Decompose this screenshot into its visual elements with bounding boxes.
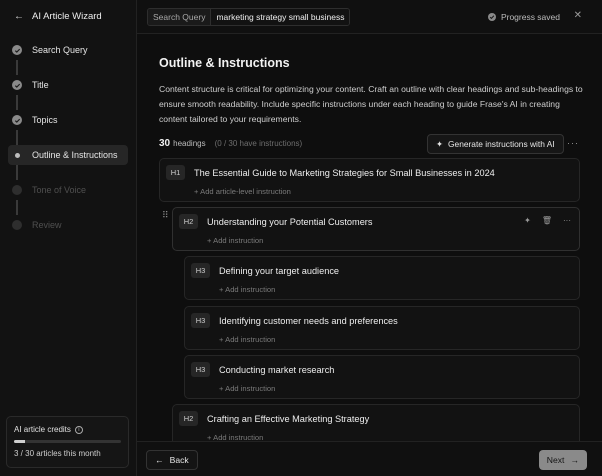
more-options-icon[interactable]: ··· (567, 138, 579, 148)
heading-level-tag: H3 (191, 263, 210, 278)
search-query-label: Search Query (148, 9, 212, 25)
outline-item-h3[interactable]: H3 Identifying customer needs and prefer… (184, 306, 580, 350)
bottom-bar: ← Back Next → (137, 441, 602, 476)
next-button[interactable]: Next → (538, 450, 587, 470)
step-topics[interactable]: Topics (8, 110, 128, 145)
sparkle-icon: ✦ (436, 139, 444, 149)
top-bar: Search Query marketing strategy small bu… (137, 0, 602, 34)
step-connector (16, 165, 18, 180)
add-instruction-link[interactable]: + Add instruction (219, 285, 275, 294)
back-button[interactable]: ← Back (146, 450, 198, 470)
step-label: Tone of Voice (32, 185, 87, 195)
headings-unit: headings (173, 139, 206, 148)
add-instruction-link[interactable]: + Add instruction (207, 433, 263, 441)
page-description: Content structure is critical for optimi… (159, 84, 583, 124)
step-outline-instructions[interactable]: Outline & Instructions (8, 145, 128, 180)
check-icon (12, 115, 22, 125)
step-connector (16, 95, 18, 110)
heading-text[interactable]: Conducting market research (219, 365, 334, 375)
save-status-text: Progress saved (500, 12, 560, 22)
outline-item-h3[interactable]: H3 Defining your target audience + Add i… (184, 256, 580, 300)
info-icon[interactable]: i (74, 425, 83, 434)
heading-text[interactable]: Understanding your Potential Customers (207, 217, 372, 227)
step-review: Review (8, 215, 128, 235)
generate-label: Generate instructions with AI (448, 139, 555, 149)
credits-progress-bar (14, 440, 121, 443)
step-label: Topics (32, 115, 58, 125)
add-instruction-link[interactable]: + Add article-level instruction (194, 187, 291, 196)
heading-text[interactable]: Identifying customer needs and preferenc… (219, 316, 398, 326)
item-actions: ✦ 🗑︎ ··· (524, 216, 571, 225)
step-search-query[interactable]: Search Query (8, 40, 128, 75)
current-step-icon (12, 150, 22, 160)
outline-item-h1[interactable]: H1 The Essential Guide to Marketing Stra… (159, 158, 580, 202)
credits-title-row: AI article credits i (14, 425, 121, 434)
search-query-value: marketing strategy small business (211, 9, 350, 25)
heading-text[interactable]: The Essential Guide to Marketing Strateg… (194, 168, 495, 178)
step-title[interactable]: Title (8, 75, 128, 110)
heading-level-tag: H3 (191, 362, 210, 377)
step-tone-of-voice: Tone of Voice (8, 180, 128, 215)
heading-level-tag: H2 (179, 411, 198, 426)
instructions-status: (0 / 30 have instructions) (214, 139, 303, 148)
outline-item-h2[interactable]: H2 Crafting an Effective Marketing Strat… (172, 404, 580, 441)
step-label: Review (32, 220, 62, 230)
check-icon (12, 80, 22, 90)
arrow-left-icon: ← (155, 455, 164, 465)
heading-text[interactable]: Defining your target audience (219, 266, 339, 276)
check-icon (12, 45, 22, 55)
back-arrow-icon[interactable]: ← (14, 11, 24, 22)
saved-check-icon (487, 13, 496, 21)
close-icon[interactable]: ✕ (574, 10, 582, 21)
credits-panel: AI article credits i 3 / 30 articles thi… (6, 416, 129, 468)
sparkle-icon[interactable]: ✦ (524, 216, 531, 225)
back-label: Back (169, 455, 189, 465)
step-connector (16, 60, 18, 75)
arrow-right-icon: → (570, 455, 579, 465)
main-content: Outline & Instructions Content structure… (137, 35, 602, 441)
more-options-icon[interactable]: ··· (563, 216, 571, 225)
trash-icon[interactable]: 🗑︎ (542, 216, 552, 225)
credits-progress-fill (14, 440, 25, 443)
heading-level-tag: H1 (166, 165, 185, 180)
step-connector (16, 200, 18, 215)
save-status: Progress saved (487, 12, 560, 22)
credits-usage: 3 / 30 articles this month (14, 449, 101, 458)
pending-step-icon (12, 185, 22, 195)
next-label: Next (546, 455, 565, 465)
step-label: Search Query (32, 45, 88, 55)
add-instruction-link[interactable]: + Add instruction (207, 236, 263, 245)
wizard-header[interactable]: ← AI Article Wizard (14, 11, 102, 22)
credits-title: AI article credits (14, 425, 71, 434)
add-instruction-link[interactable]: + Add instruction (219, 335, 275, 344)
wizard-title: AI Article Wizard (32, 11, 102, 22)
heading-level-tag: H2 (179, 214, 198, 229)
step-label: Title (32, 80, 49, 90)
drag-handle-icon[interactable]: ⠿ (162, 211, 169, 220)
headings-count: 30 headings (0 / 30 have instructions) (159, 138, 302, 149)
search-query-display: Search Query marketing strategy small bu… (147, 8, 351, 26)
heading-level-tag: H3 (191, 313, 210, 328)
generate-instructions-button[interactable]: ✦ Generate instructions with AI (427, 134, 564, 154)
step-connector (16, 130, 18, 145)
add-instruction-link[interactable]: + Add instruction (219, 384, 275, 393)
outline-item-h3[interactable]: H3 Conducting market research + Add inst… (184, 355, 580, 399)
page-title: Outline & Instructions (159, 56, 290, 70)
pending-step-icon (12, 220, 22, 230)
step-label: Outline & Instructions (32, 150, 118, 160)
sidebar: ← AI Article Wizard Search Query Title T… (0, 0, 137, 476)
headings-number: 30 (159, 138, 171, 149)
heading-text[interactable]: Crafting an Effective Marketing Strategy (207, 414, 369, 424)
outline-item-h2[interactable]: H2 Understanding your Potential Customer… (172, 207, 580, 251)
wizard-steps: Search Query Title Topics Outline & Inst… (8, 40, 128, 250)
